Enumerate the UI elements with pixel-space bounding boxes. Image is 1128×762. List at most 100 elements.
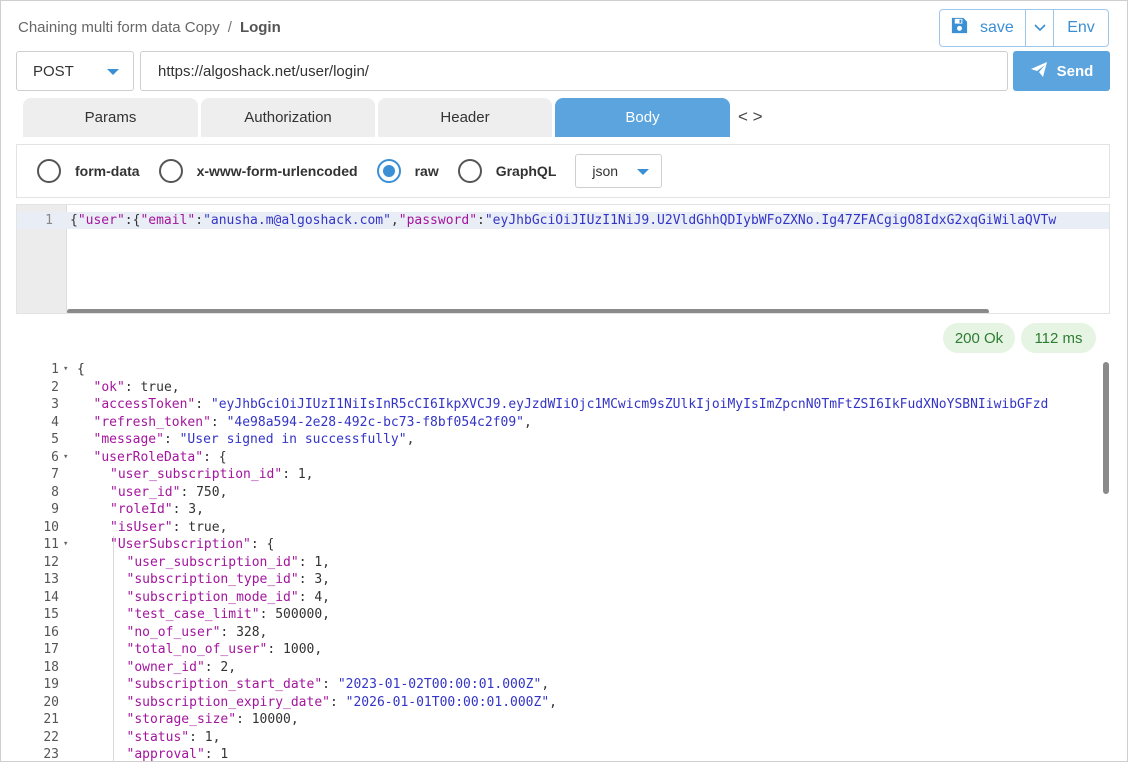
send-label: Send [1056,62,1094,80]
code-token: "subscription_expiry_date" [126,694,331,710]
code-text: "subscription_mode_id": 4, [127,590,331,605]
response-time-badge: 112 ms [1021,323,1096,353]
code-text: "subscription_expiry_date": "2026-01-01T… [127,695,557,710]
paper-plane-icon [1030,61,1057,82]
code-token: "User signed in successfully" [179,432,407,447]
radio-circle [376,159,401,183]
method-select[interactable]: POST [16,51,134,91]
radio-circle [158,159,183,183]
code-token: : 10000, [236,712,299,727]
status-badge: 200 Ok [943,323,1015,353]
fold-toggle-icon[interactable]: ▾ [63,539,68,549]
body-format-select[interactable]: json [575,154,663,188]
code-token: "4e98a594-2e28-492c-bc73-f8bf054c2f09" [226,414,524,430]
code-token: : 1, [282,467,314,482]
code-token: "2023-01-02T00:00:01.000Z" [337,677,542,692]
breadcrumb-separator: / [227,19,232,36]
vertical-scrollbar[interactable] [1103,362,1109,494]
request-body-code[interactable]: {"user":{"email":"anusha.m@algoshack.com… [70,213,1056,228]
line-number: 2 [51,379,59,395]
code-text: "user_subscription_id": 1, [127,555,331,570]
radio-form-data[interactable]: form-data [37,159,140,183]
code-token: { [70,213,78,228]
code-token: "ok" [93,379,125,395]
breadcrumb-collection[interactable]: Chaining multi form data Copy [18,19,220,36]
line-number: 20 [43,694,59,710]
response-body-viewer[interactable]: 1 ▾{2 "ok": true, 3 "accessToken": "eyJhbGci… [16,361,1110,762]
horizontal-scrollbar[interactable] [67,309,989,313]
save-button[interactable]: save [940,10,1026,46]
code-text: "ok": true, [94,380,180,395]
line-number: 15 [43,607,59,622]
code-token: "email" [140,213,196,228]
line-number: 13 [43,572,59,587]
code-token: : 328, [220,624,268,640]
code-line: 9 "roleId": 3, [16,502,1101,520]
code-line: 10 "isUser": true, [16,520,1101,538]
code-token: :{ [124,213,141,228]
env-button[interactable]: Env [1054,10,1108,46]
code-token: "status" [126,729,190,745]
code-token: : 3, [172,502,204,517]
code-token: "user_subscription_id" [110,467,283,482]
url-input[interactable] [140,51,1008,91]
line-number: 7 [51,467,59,482]
code-token: : 500000, [259,607,331,622]
radio-x-www-form-urlencoded[interactable]: x-www-form-urlencoded [158,159,358,183]
radio-label: GraphQL [495,163,557,179]
fold-toggle-icon[interactable]: ▾ [63,452,68,462]
fold-toggle-icon[interactable]: ▾ [63,364,68,374]
code-token: "roleId" [110,502,173,517]
code-token: : 1 [204,747,229,762]
code-text: "UserSubscription": { [110,537,274,552]
tab-body[interactable]: Body [555,98,730,137]
breadcrumb: Chaining multi form data Copy / Login [18,19,281,36]
code-token: : { [250,537,275,552]
code-line: 2 "ok": true, [16,380,1101,398]
code-text: "subscription_type_id": 3, [127,572,331,587]
code-token: : 2, [204,659,237,675]
code-line: 23 "approval": 1 [16,747,1101,762]
code-token: : [330,694,346,710]
code-line: 13 "subscription_type_id": 3, [16,572,1101,590]
code-brackets-icon[interactable]: < > [738,107,763,127]
request-panel: Chaining multi form data Copy / Login save… [0,0,1128,762]
code-token: "storage_size" [126,712,237,727]
code-line: 5 "message": "User signed in successfully… [16,432,1101,450]
radio-raw[interactable]: raw [376,159,439,183]
code-line: 6 ▾ "userRoleData": { [16,450,1101,468]
line-number: 16 [43,624,59,640]
code-token: : [322,677,338,692]
line-number: 23 [43,747,59,762]
tab-authorization[interactable]: Authorization [201,98,375,137]
save-label: save [980,19,1014,36]
code-line: 21 "storage_size": 10000, [16,712,1101,730]
code-token: : 1, [189,729,221,745]
code-line: 16 "no_of_user": 328, [16,625,1101,643]
save-options-button[interactable] [1026,10,1054,46]
tab-header[interactable]: Header [378,98,552,137]
send-button[interactable]: Send [1013,51,1110,91]
radio-graphql[interactable]: GraphQL [457,159,557,183]
caret-down-icon [107,69,119,75]
code-line: 18 "owner_id": 2, [16,660,1101,678]
tab-params[interactable]: Params [23,98,198,137]
code-line: 15 "test_case_limit": 500000, [16,607,1101,625]
code-text: "total_no_of_user": 1000, [127,642,323,657]
code-line: 12 "user_subscription_id": 1, [16,555,1101,573]
code-token: "total_no_of_user" [126,642,268,657]
code-token: "eyJhbGciOiJIUzI1NiJ9.U2VldGhhQDIybWFoZX… [484,213,1057,228]
save-env-group: save Env [939,9,1109,47]
code-token: "user_id" [110,484,181,500]
code-text: "roleId": 3, [110,502,204,517]
code-token: "owner_id" [126,659,205,675]
chevron-down-icon [1033,19,1046,37]
body-type-bar: form-data x-www-form-urlencoded raw Grap… [16,144,1110,198]
code-text: "no_of_user": 328, [127,625,268,640]
code-token: "no_of_user" [126,624,221,640]
code-token: "user" [77,213,125,228]
request-body-editor[interactable]: 1 {"user":{"email":"anusha.m@algoshack.c… [16,204,1110,314]
code-line: 3 "accessToken": "eyJhbGciOiJIUzI1NiIsInR… [16,397,1101,415]
code-token: "userRoleData" [93,449,204,465]
code-token: "message" [93,432,164,447]
